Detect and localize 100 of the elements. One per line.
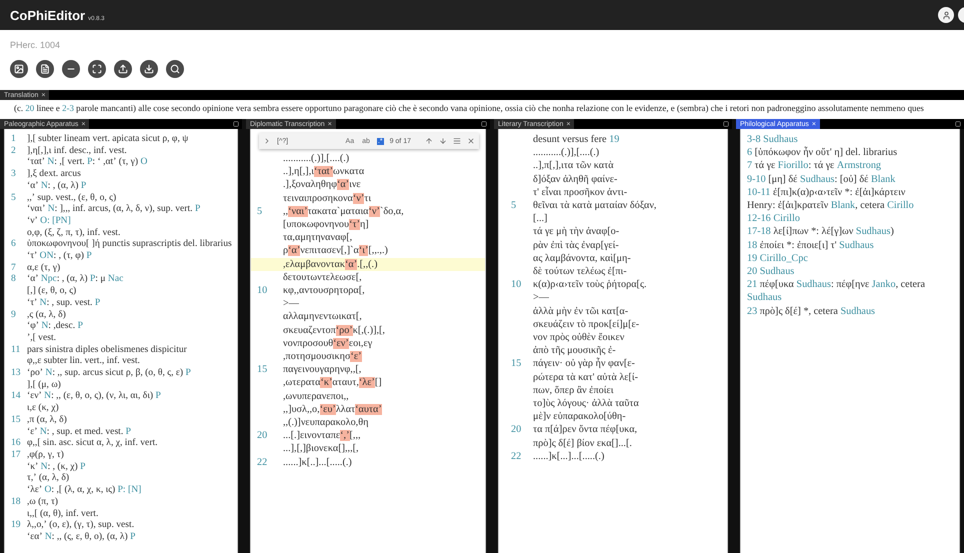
apparatus-line: ὑποκωφονηνου[ ]ή punctis suprascriptis del. librarius [27,238,232,250]
transcription-line: ..],π[,],ιτα τῶν κατὰ [533,159,614,173]
apparatus-line: ʻναιʼ N: ],,, inf. arcus, (α, λ, δ, ν), sup. vert. P [27,203,200,215]
search-button[interactable] [166,60,184,78]
apparatus-line: ʻροʼ N: ,, sup. arcus sicut ρ, β, (ο, θ, ς, ε) P [27,367,191,379]
apparatus-line: ,φ(ρ, γ, τ) [27,448,64,461]
apparatus-line: 17-18 λε[ί]πων *: λέ[γ]ων Sudhaus) [747,225,894,239]
user-avatar[interactable] [938,7,954,23]
document-button[interactable] [36,60,54,78]
expand-button[interactable] [88,60,106,78]
maximize-icon[interactable] [723,121,729,127]
close-icon[interactable] [467,137,475,145]
minus-button[interactable] [62,60,80,78]
apparatus-line: φ,,ε subter lin. vert., inf. vest. [27,355,140,368]
transcription-line: ,,ʻναιʼτακατα`ματαιαʻνʼ`δο,α, [283,204,404,218]
apparatus-line: 20 Sudhaus [747,265,794,278]
apparatus-line: Sudhaus [747,291,782,305]
transcription-line: τ' εἶναι προσῆκον ἀντι- [533,186,628,200]
transcription-line: ......]κ[...]...[.....(.) [533,450,604,464]
transcription-line: ,ελαμβανοντακʻαʼ.[,,(.) [283,258,378,271]
apparatus-line: 7 τά γε Fiorillo: τά γε Armstrong [747,159,882,173]
upload-icon [118,64,128,74]
lines-icon[interactable] [453,137,461,145]
transcription-line: ας λαμβάνοντα, καὶ[μη- [533,252,631,266]
apparatus-line: ʼ,[ vest. [27,332,56,344]
search-icon [170,64,180,74]
transcription-line: ρʻαʼνεπιτασεν[,]`αʻιʼ[,,.,.) [283,244,388,258]
image-button[interactable] [10,60,28,78]
transcription-line: .],ξοναληθηφʻαʼινε [283,178,361,192]
apparatus-line: ι,,[ (α, θ), inf. vert. [27,508,98,520]
apparatus-line: ʻεʼ N: , sup. et med. vest. P [27,426,131,438]
transcription-line: σκευαζεντοπʻροʼκ[,(.)],[, [283,324,385,337]
transcription-line: θεῖναι τὰ κατὰ ματαίαν δόξαν, [533,199,656,212]
transcription-line: ἀλλὰ μὴν ἐν τῶι κατ[α- [533,304,628,318]
apparatus-line: ,,ʼ sup. vest., (ε, θ, ο, ς) [27,192,116,204]
transcription-line: >— [283,297,299,310]
apparatus-line: 9-10 [μη] δέ Sudhaus: [οὐ] δέ Blank [747,172,896,186]
image-icon [14,64,24,74]
transcription-line: δετουτωντελεωσε[, [283,270,362,284]
apparatus-line: 21 πέφ[υκα Sudhaus: πέφ[ηνε Janko, cetera [747,278,925,292]
apparatus-line: ʻαʼ N: , (α, λ) P [27,180,86,192]
document-title: PHerc. 1004 [9,39,62,52]
transcription-line: μὲ]ν εὐπαρακολο[ύθη- [533,410,626,424]
apparatus-line: ],[ subter lineam vert. apicata sicut ρ, φ, ψ [27,133,188,145]
transcription-line: ρὰν ἐπὶ τὰς ἐναρ[γεί- [533,238,619,252]
line-number: 22 [511,450,522,464]
apparatus-line: 10-11 ἐ[πι]κ(α)ρ‹α›τεῖν *: ἐ[ἀι]κάρτειν [747,186,906,200]
line-number: 22 [257,456,268,469]
line-number: 11 [11,344,20,356]
transcription-line: νον πρὸς οὐθὲν ἔοικεν [533,331,624,344]
line-number: 15 [11,414,21,426]
line-number: 3 [11,168,16,180]
apparatus-line: ʻεαʼ N: ,, (ς, ε, θ, ο), (α, λ) P [27,530,136,543]
line-number: 14 [11,390,21,402]
apparatus-line: ,ς (α, λ, δ) [27,308,66,320]
line-number: 20 [511,423,522,437]
transcription-line: τειναιπροσηκοναʻνʼτι [283,192,372,205]
apparatus-line: 3-8 Sudhaus [747,133,798,146]
upload-button[interactable] [114,60,132,78]
line-number: 15 [257,363,268,376]
apparatus-line: λ,,ο,ʼ (ο, ε), (γ, τ), sup. vest. [27,519,134,531]
transcription-line: αλλαμηνεντωικατ[, [283,310,362,324]
maximize-icon[interactable] [481,121,487,127]
line-number: 2 [11,144,16,156]
line-number: 16 [11,437,21,449]
apparatus-line: ʻενʼ N: ,, (ε, θ, ο, ς), (ν, λι, αι, δι) P [27,390,161,402]
transcription-line: ,,]υσλ,,ο,ʻευʼλλατʻαυταʼ [283,402,382,416]
download-button[interactable] [140,60,158,78]
transcription-line: ,ωτεραταʻκʼαταυτ,ʻλεʼ[] [283,376,382,390]
transcription-line: δὲ τούτων τελέως ἐ[πι- [533,265,627,278]
download-icon [144,64,154,74]
apparatus-line: Henry: ἐ[ἀι]κρατεῖν Blank, cetera Cirillo [747,199,914,212]
transcription-line: ,ποτησμουσικησʻεʼ [283,350,362,364]
apparatus-line: ι,ε (κ, χ) [27,402,59,414]
apparatus-line: ʻτʼ N: , sup. vest. P [27,296,100,309]
transcription-line: πρὸ]ς δ[έ] βίον εκα[]...[. [533,436,632,450]
maximize-icon[interactable] [955,121,961,127]
apparatus-line: ʻκʼ N: , (κ, χ) P [27,460,86,472]
arrow-down-icon[interactable] [439,137,447,145]
apparatus-line: ,π (α, λ, δ) [27,414,67,426]
transcription-line: ...........(.)],[....(.) [283,152,350,166]
transcription-line: ἀπὸ τῆς μουσικῆς ἐ- [533,344,616,358]
transcription-line: κ(α)ρ‹α›τεῖν τοὺς ῥήτορα[ς. [533,278,647,292]
apparatus-line: α,ε (τ, γ) [27,262,60,274]
apparatus-line: 23 πρὸ]ς δ[έ] *, cetera Sudhaus [747,304,876,318]
line-number: 5 [257,204,262,218]
apparatus-line: 12-16 Cirillo [747,212,800,226]
line-number: 18 [11,496,21,508]
chevron-icon[interactable] [263,137,271,145]
transcription-line: >— [533,291,549,305]
apparatus-line: 6 [ὑπόκωφον ἦν οὔτ' η] del. librarius [747,146,898,160]
transcription-line: πων, ὅπερ ἂν ἐποίει [533,384,614,398]
apparatus-line: ʻλεʼ O: ,[ (λ, α, χ, κ, ις) P: [N] [27,484,142,496]
arrow-up-icon[interactable] [425,137,433,145]
maximize-icon[interactable] [233,121,239,127]
transcription-line: το]ὺς λόγους· ἀλλὰ ταῦτα [533,397,639,410]
apparatus-line: 18 ἐποίει *: ἐποιε[ι] τ' Sudhaus [747,238,874,252]
transcription-line: ρώτερα τὰ κατ' αὐτὰ λε[ί- [533,370,638,384]
transcription-line: κφ,,αντουσρητορα[, [283,284,365,298]
line-number: 13 [11,367,21,379]
